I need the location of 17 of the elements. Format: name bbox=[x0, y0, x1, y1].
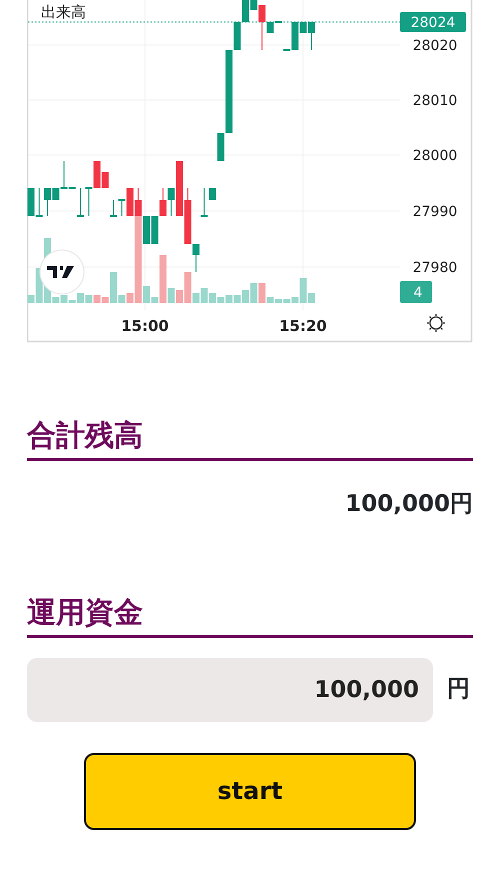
price-label: 28020 bbox=[412, 38, 458, 54]
balance-amount: 100,000円 bbox=[344, 490, 473, 519]
time-label: 15:00 bbox=[121, 317, 169, 335]
section-heading: 運用資金 bbox=[27, 598, 473, 638]
currency-unit: 円 bbox=[447, 675, 470, 704]
price-label: 28000 bbox=[412, 148, 458, 164]
amount-input-field[interactable]: 100,000 bbox=[27, 658, 433, 722]
chart-legend: 出来高 bbox=[41, 3, 86, 21]
price-label: 27990 bbox=[412, 204, 458, 220]
volume-badge: 4 bbox=[400, 281, 432, 303]
price-label: 27980 bbox=[412, 260, 458, 276]
last-price-badge: 28024 bbox=[400, 12, 466, 32]
section-heading: 合計残高 bbox=[27, 421, 473, 461]
start-button[interactable]: start bbox=[84, 752, 416, 830]
price-label: 28010 bbox=[412, 93, 458, 109]
time-label: 15:20 bbox=[279, 317, 327, 335]
settings-icon[interactable] bbox=[426, 313, 446, 333]
